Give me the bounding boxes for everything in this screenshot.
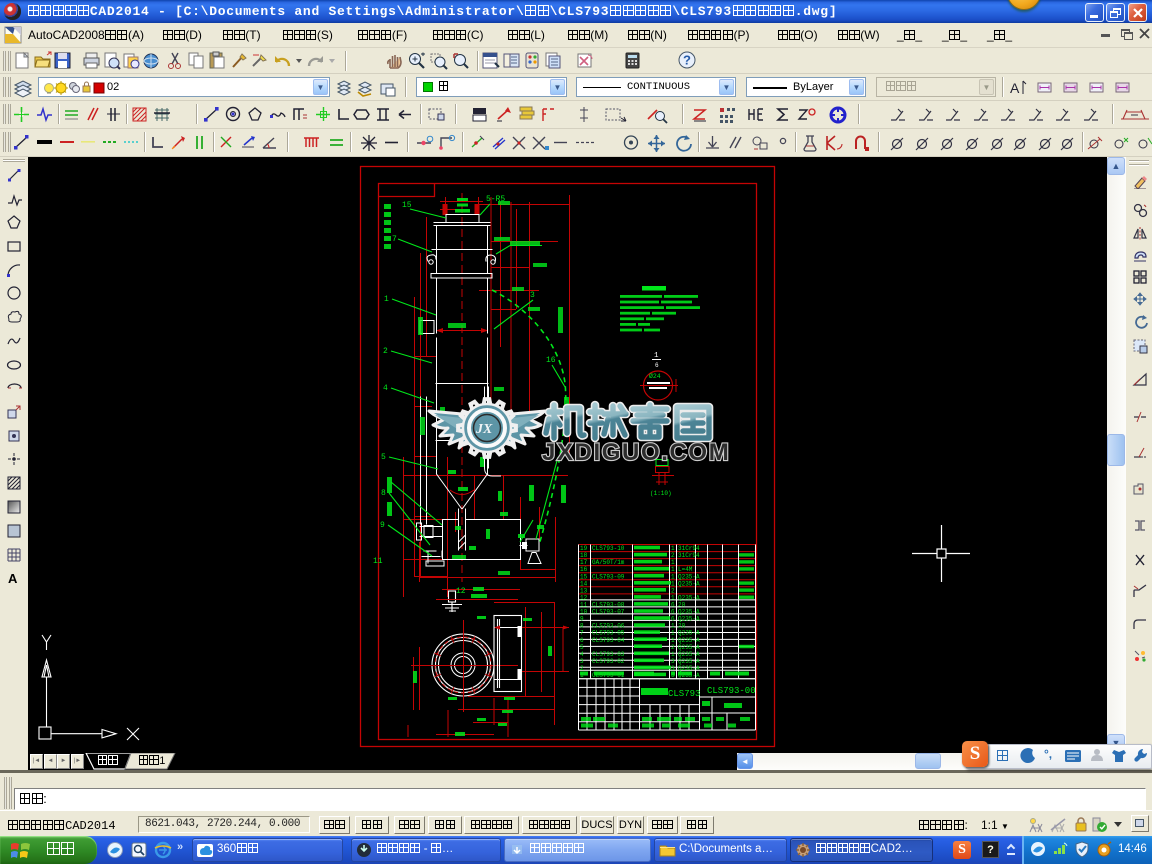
svg-text:1: 1 xyxy=(671,630,675,637)
svg-text:16: 16 xyxy=(546,356,556,365)
svg-text:19: 19 xyxy=(580,545,588,552)
svg-text:CLS793-07: CLS793-07 xyxy=(592,609,625,616)
svg-text:Ø24: Ø24 xyxy=(649,372,661,380)
svg-text:8: 8 xyxy=(580,623,584,630)
svg-text:2: 2 xyxy=(671,644,675,651)
svg-text:20: 20 xyxy=(678,602,686,609)
svg-text:CLS793-08: CLS793-08 xyxy=(592,602,625,609)
svg-text:9: 9 xyxy=(580,616,584,623)
svg-text:1: 1 xyxy=(671,566,675,573)
svg-text:L=4M: L=4M xyxy=(678,566,693,573)
svg-text:2: 2 xyxy=(383,347,388,356)
svg-text:5: 5 xyxy=(381,453,386,462)
svg-text:(1:10): (1:10) xyxy=(650,490,672,497)
svg-text:Q235-A: Q235-A xyxy=(678,616,700,623)
svg-text:CLS793-05: CLS793-05 xyxy=(592,630,625,637)
svg-text:3: 3 xyxy=(671,658,675,665)
svg-text:8: 8 xyxy=(381,489,386,498)
svg-text:6: 6 xyxy=(671,616,675,623)
svg-text:GA/50T/1m: GA/50T/1m xyxy=(592,559,625,566)
svg-text:JXDIGUO.COM: JXDIGUO.COM xyxy=(542,439,730,466)
svg-text:Q235-A: Q235-A xyxy=(678,609,700,616)
svg-text:3: 3 xyxy=(671,665,675,672)
svg-text:11: 11 xyxy=(373,557,383,566)
svg-text:2: 2 xyxy=(580,665,584,672)
svg-text:1: 1 xyxy=(671,573,675,580)
svg-text:A: A xyxy=(1010,80,1020,96)
svg-text:1: 1 xyxy=(384,295,389,304)
svg-text:1: 1 xyxy=(671,637,675,644)
svg-text:7: 7 xyxy=(580,630,584,637)
svg-text:4: 4 xyxy=(383,384,388,393)
svg-text:?: ? xyxy=(683,53,691,68)
svg-text:Q235-A: Q235-A xyxy=(678,637,700,644)
svg-text:4: 4 xyxy=(580,651,584,658)
svg-text:7: 7 xyxy=(392,235,397,244)
svg-text:Q235-A: Q235-A xyxy=(678,580,700,587)
svg-text:11: 11 xyxy=(580,602,588,609)
svg-text:1: 1 xyxy=(671,545,675,552)
svg-text:Q235-A: Q235-A xyxy=(678,573,700,580)
svg-text:1: 1 xyxy=(671,595,675,602)
svg-text:6: 6 xyxy=(671,609,675,616)
svg-text:14: 14 xyxy=(580,580,588,587)
svg-text:CLS793-02: CLS793-02 xyxy=(592,658,625,665)
svg-text:13: 13 xyxy=(580,587,588,594)
svg-text:CLS793-03: CLS793-03 xyxy=(592,651,625,658)
svg-text:CLS793-09: CLS793-09 xyxy=(592,573,625,580)
svg-text:5: 5 xyxy=(580,644,584,651)
svg-text:1: 1 xyxy=(654,352,659,360)
svg-text:3: 3 xyxy=(580,658,584,665)
svg-text:1: 1 xyxy=(671,580,675,587)
svg-text:15: 15 xyxy=(580,573,588,580)
svg-text:1: 1 xyxy=(671,559,675,566)
svg-text:Q235-A: Q235-A xyxy=(678,665,700,672)
svg-text:1: 1 xyxy=(671,651,675,658)
svg-text:12: 12 xyxy=(580,595,588,602)
svg-text:CLS793-10: CLS793-10 xyxy=(592,545,625,552)
svg-text:Q235-A: Q235-A xyxy=(678,644,700,651)
svg-text:10: 10 xyxy=(580,609,588,616)
svg-text:1: 1 xyxy=(671,623,675,630)
svg-text:Q235-A: Q235-A xyxy=(678,595,700,602)
svg-text:Q235-A: Q235-A xyxy=(678,630,700,637)
svg-text:CLS793-00: CLS793-00 xyxy=(707,686,756,696)
svg-text:20: 20 xyxy=(678,623,686,630)
svg-text:18: 18 xyxy=(580,552,588,559)
svg-text:6: 6 xyxy=(580,637,584,644)
svg-text:2: 2 xyxy=(671,552,675,559)
svg-text:CLS793-04: CLS793-04 xyxy=(592,637,625,644)
svg-text:6: 6 xyxy=(655,362,659,369)
svg-text:2: 2 xyxy=(671,587,675,594)
svg-text:3: 3 xyxy=(530,291,535,300)
svg-text:31Cr94: 31Cr94 xyxy=(678,545,700,552)
svg-text:6: 6 xyxy=(671,602,675,609)
svg-text:12: 12 xyxy=(456,587,466,596)
svg-text:Q235-A: Q235-A xyxy=(678,651,700,658)
svg-text:9: 9 xyxy=(380,521,385,530)
svg-text:CLS793: CLS793 xyxy=(668,689,700,699)
svg-text:31Cr94: 31Cr94 xyxy=(678,552,700,559)
svg-text:CLS793-06: CLS793-06 xyxy=(592,623,625,630)
svg-text:16: 16 xyxy=(580,566,588,573)
svg-text:A: A xyxy=(8,571,18,586)
svg-text:17: 17 xyxy=(580,559,588,566)
svg-text:Q235-A: Q235-A xyxy=(678,658,700,665)
svg-text:JX: JX xyxy=(475,422,493,437)
svg-text:15: 15 xyxy=(402,201,412,210)
